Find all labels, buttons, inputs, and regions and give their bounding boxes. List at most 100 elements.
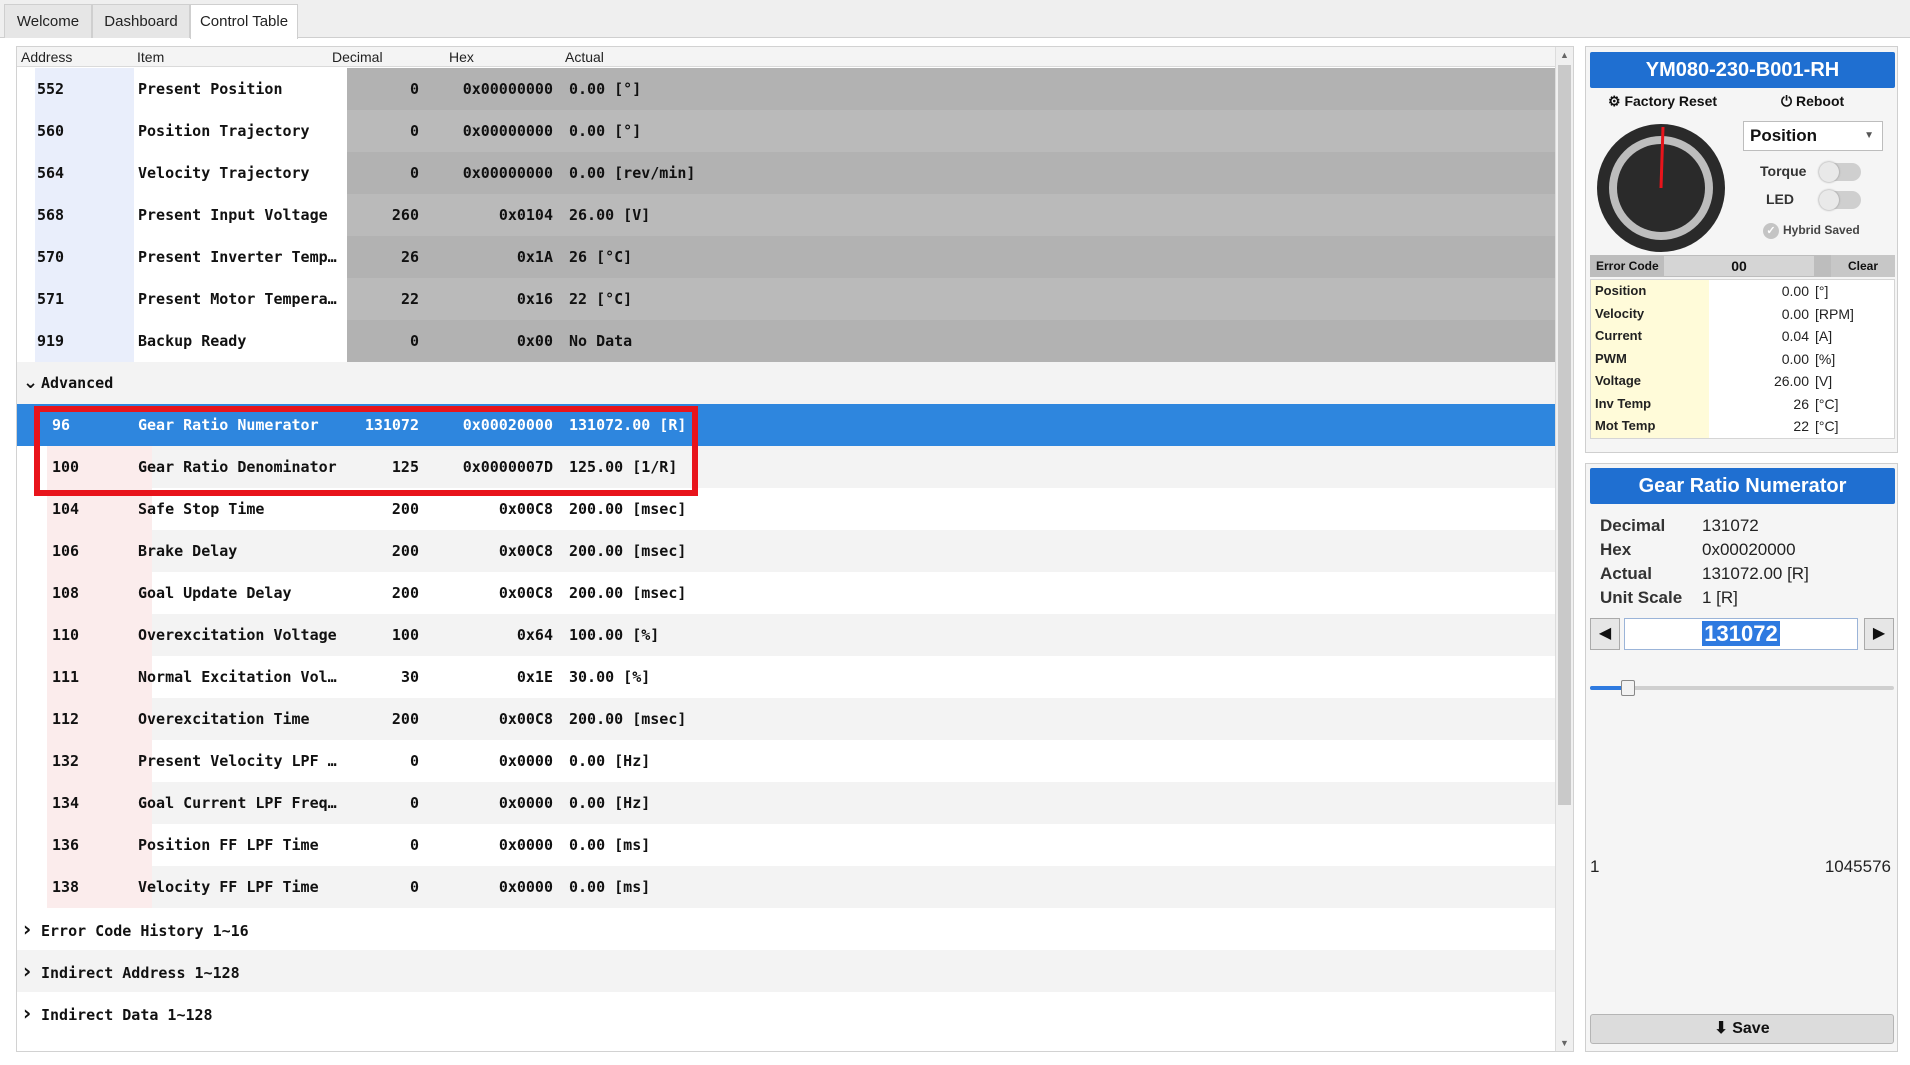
group-header[interactable]: › Indirect Address 1~128 [17,950,1557,992]
scroll-up-arrow-icon[interactable]: ▲ [1556,47,1573,63]
reboot-label: Reboot [1795,93,1845,109]
table-row[interactable]: 560 Position Trajectory 0 0x00000000 0.00 [°… [17,110,1557,152]
table-row[interactable]: 104 Safe Stop Time 200 0x00C8 200.00 [msec] [17,488,1557,530]
triangle-left-icon: ◀ [1598,625,1612,642]
vertical-scrollbar[interactable]: ▲ ▼ [1555,47,1573,1051]
item-detail-panel: Gear Ratio Numerator Decimal 131072 Hex … [1585,463,1898,1052]
table-row[interactable]: 570 Present Inverter Temp… 26 0x1A 26 [°C] [17,236,1557,278]
table-row[interactable]: 106 Brake Delay 200 0x00C8 200.00 [msec] [17,530,1557,572]
item-name-cell: Present Input Voltage [138,206,328,224]
decimal-cell: 200 [391,500,419,518]
value-input[interactable]: 131072 [1624,618,1858,650]
item-name-cell: Gear Ratio Numerator [138,416,319,434]
status-value: 0.00 [1781,305,1809,322]
group-header[interactable]: ⌄ Advanced [17,362,1557,404]
address-cell: 564 [37,164,65,182]
table-row[interactable]: 108 Goal Update Delay 200 0x00C8 200.00 [mse… [17,572,1557,614]
torque-toggle[interactable] [1819,162,1861,182]
hex-cell: 0x0000 [498,794,553,812]
column-header-hex[interactable]: Hex [449,49,474,65]
scrollbar-thumb[interactable] [1558,65,1571,805]
decimal-cell: 131072 [364,416,419,434]
table-row[interactable]: 568 Present Input Voltage 260 0x0104 26.00 [… [17,194,1557,236]
hex-cell: 0x0104 [498,206,553,224]
tab-dashboard[interactable]: Dashboard [92,4,190,38]
factory-reset-button[interactable]: ⚙ Factory Reset [1608,93,1717,110]
item-name-cell: Safe Stop Time [138,500,265,518]
hex-cell: 0x0000007D [462,458,553,476]
status-unit: [RPM] [1815,305,1854,322]
status-row: Voltage 26.00 [V] [1591,370,1894,393]
led-toggle[interactable] [1819,190,1861,210]
address-cell: 106 [52,542,80,560]
torque-label: Torque [1760,163,1807,179]
address-cell: 560 [37,122,65,140]
column-header-item[interactable]: Item [137,49,164,65]
item-name-cell: Present Inverter Temp… [138,248,337,266]
address-cell: 134 [52,794,80,812]
status-label: Velocity [1591,302,1709,325]
chevron-down-icon: ⌄ [23,372,39,393]
table-row[interactable]: 564 Velocity Trajectory 0 0x00000000 0.00 [r… [17,152,1557,194]
chevron-right-icon: › [23,1001,32,1025]
detail-hex-value: 0x00020000 [1702,540,1796,559]
decimal-cell: 200 [391,584,419,602]
table-row[interactable]: 112 Overexcitation Time 200 0x00C8 200.00 [m… [17,698,1557,740]
actual-cell: 0.00 [Hz] [569,752,651,770]
decimal-cell: 200 [391,710,419,728]
table-row[interactable]: 552 Present Position 0 0x00000000 0.00 [°] [17,68,1557,110]
decimal-cell: 22 [400,290,419,308]
reboot-button[interactable]: ⏻ Reboot [1781,93,1844,110]
address-cell: 108 [52,584,80,602]
save-button[interactable]: ⬇ Save [1590,1014,1894,1044]
group-header[interactable]: › Indirect Data 1~128 [17,992,1557,1034]
actual-cell: 0.00 [ms] [569,878,651,896]
status-row: Inv Temp 26 [°C] [1591,392,1894,415]
table-row[interactable]: 96 Gear Ratio Numerator 131072 0x00020000 13… [17,404,1557,446]
hex-cell: 0x1E [516,668,553,686]
chevron-down-icon: ▼ [1864,130,1874,141]
hybrid-saved-indicator: ✓ Hybrid Saved [1763,223,1860,239]
column-header-actual[interactable]: Actual [565,49,604,65]
checkmark-icon: ✓ [1763,223,1779,239]
value-slider-handle[interactable] [1621,680,1635,696]
hex-cell: 0x0000 [498,836,553,854]
group-label: Indirect Data 1~128 [41,1006,213,1024]
decimal-cell: 0 [409,836,419,854]
decimal-cell: 200 [391,542,419,560]
error-code-label: Error Code [1596,259,1659,273]
actual-cell: 200.00 [msec] [569,710,687,728]
increment-button[interactable]: ▶ [1864,618,1894,650]
detail-unit-scale-value: 1 [R] [1702,588,1738,607]
status-unit: [A] [1815,328,1833,344]
operating-mode-select[interactable]: Position ▼ [1743,121,1883,151]
table-row[interactable]: 100 Gear Ratio Denominator 125 0x0000007D 12… [17,446,1557,488]
column-header-decimal[interactable]: Decimal [332,49,383,65]
tab-control-table[interactable]: Control Table [190,4,298,39]
actual-cell: 30.00 [%] [569,668,651,686]
table-row[interactable]: 919 Backup Ready 0 0x00 No Data [17,320,1557,362]
table-row[interactable]: 138 Velocity FF LPF Time 0 0x0000 0.00 [ms] [17,866,1557,908]
decimal-cell: 0 [409,332,419,350]
table-row[interactable]: 134 Goal Current LPF Freq… 0 0x0000 0.00 [Hz… [17,782,1557,824]
decimal-cell: 30 [400,668,419,686]
table-row[interactable]: 110 Overexcitation Voltage 100 0x64 100.00 [… [17,614,1557,656]
clear-error-button[interactable]: Clear [1831,255,1895,277]
detail-title: Gear Ratio Numerator [1590,468,1895,504]
detail-actual-value: 131072.00 [R] [1702,564,1809,583]
table-row[interactable]: 136 Position FF LPF Time 0 0x0000 0.00 [ms] [17,824,1557,866]
status-unit: [°C] [1815,418,1839,434]
table-row[interactable]: 111 Normal Excitation Vol… 30 0x1E 30.00 [%] [17,656,1557,698]
detail-hex-label: Hex [1600,540,1632,559]
address-cell: 919 [37,332,65,350]
column-header-address[interactable]: Address [21,49,72,65]
chevron-right-icon: › [23,959,32,983]
scroll-down-arrow-icon[interactable]: ▼ [1556,1035,1573,1051]
decimal-cell: 0 [409,80,419,98]
tab-welcome[interactable]: Welcome [4,4,92,38]
table-row[interactable]: 132 Present Velocity LPF … 0 0x0000 0.00 [Hz… [17,740,1557,782]
decrement-button[interactable]: ◀ [1590,618,1620,650]
table-row[interactable]: 571 Present Motor Tempera… 22 0x16 22 [°C] [17,278,1557,320]
value-slider-track[interactable] [1590,686,1894,690]
group-header[interactable]: › Error Code History 1~16 [17,908,1557,950]
